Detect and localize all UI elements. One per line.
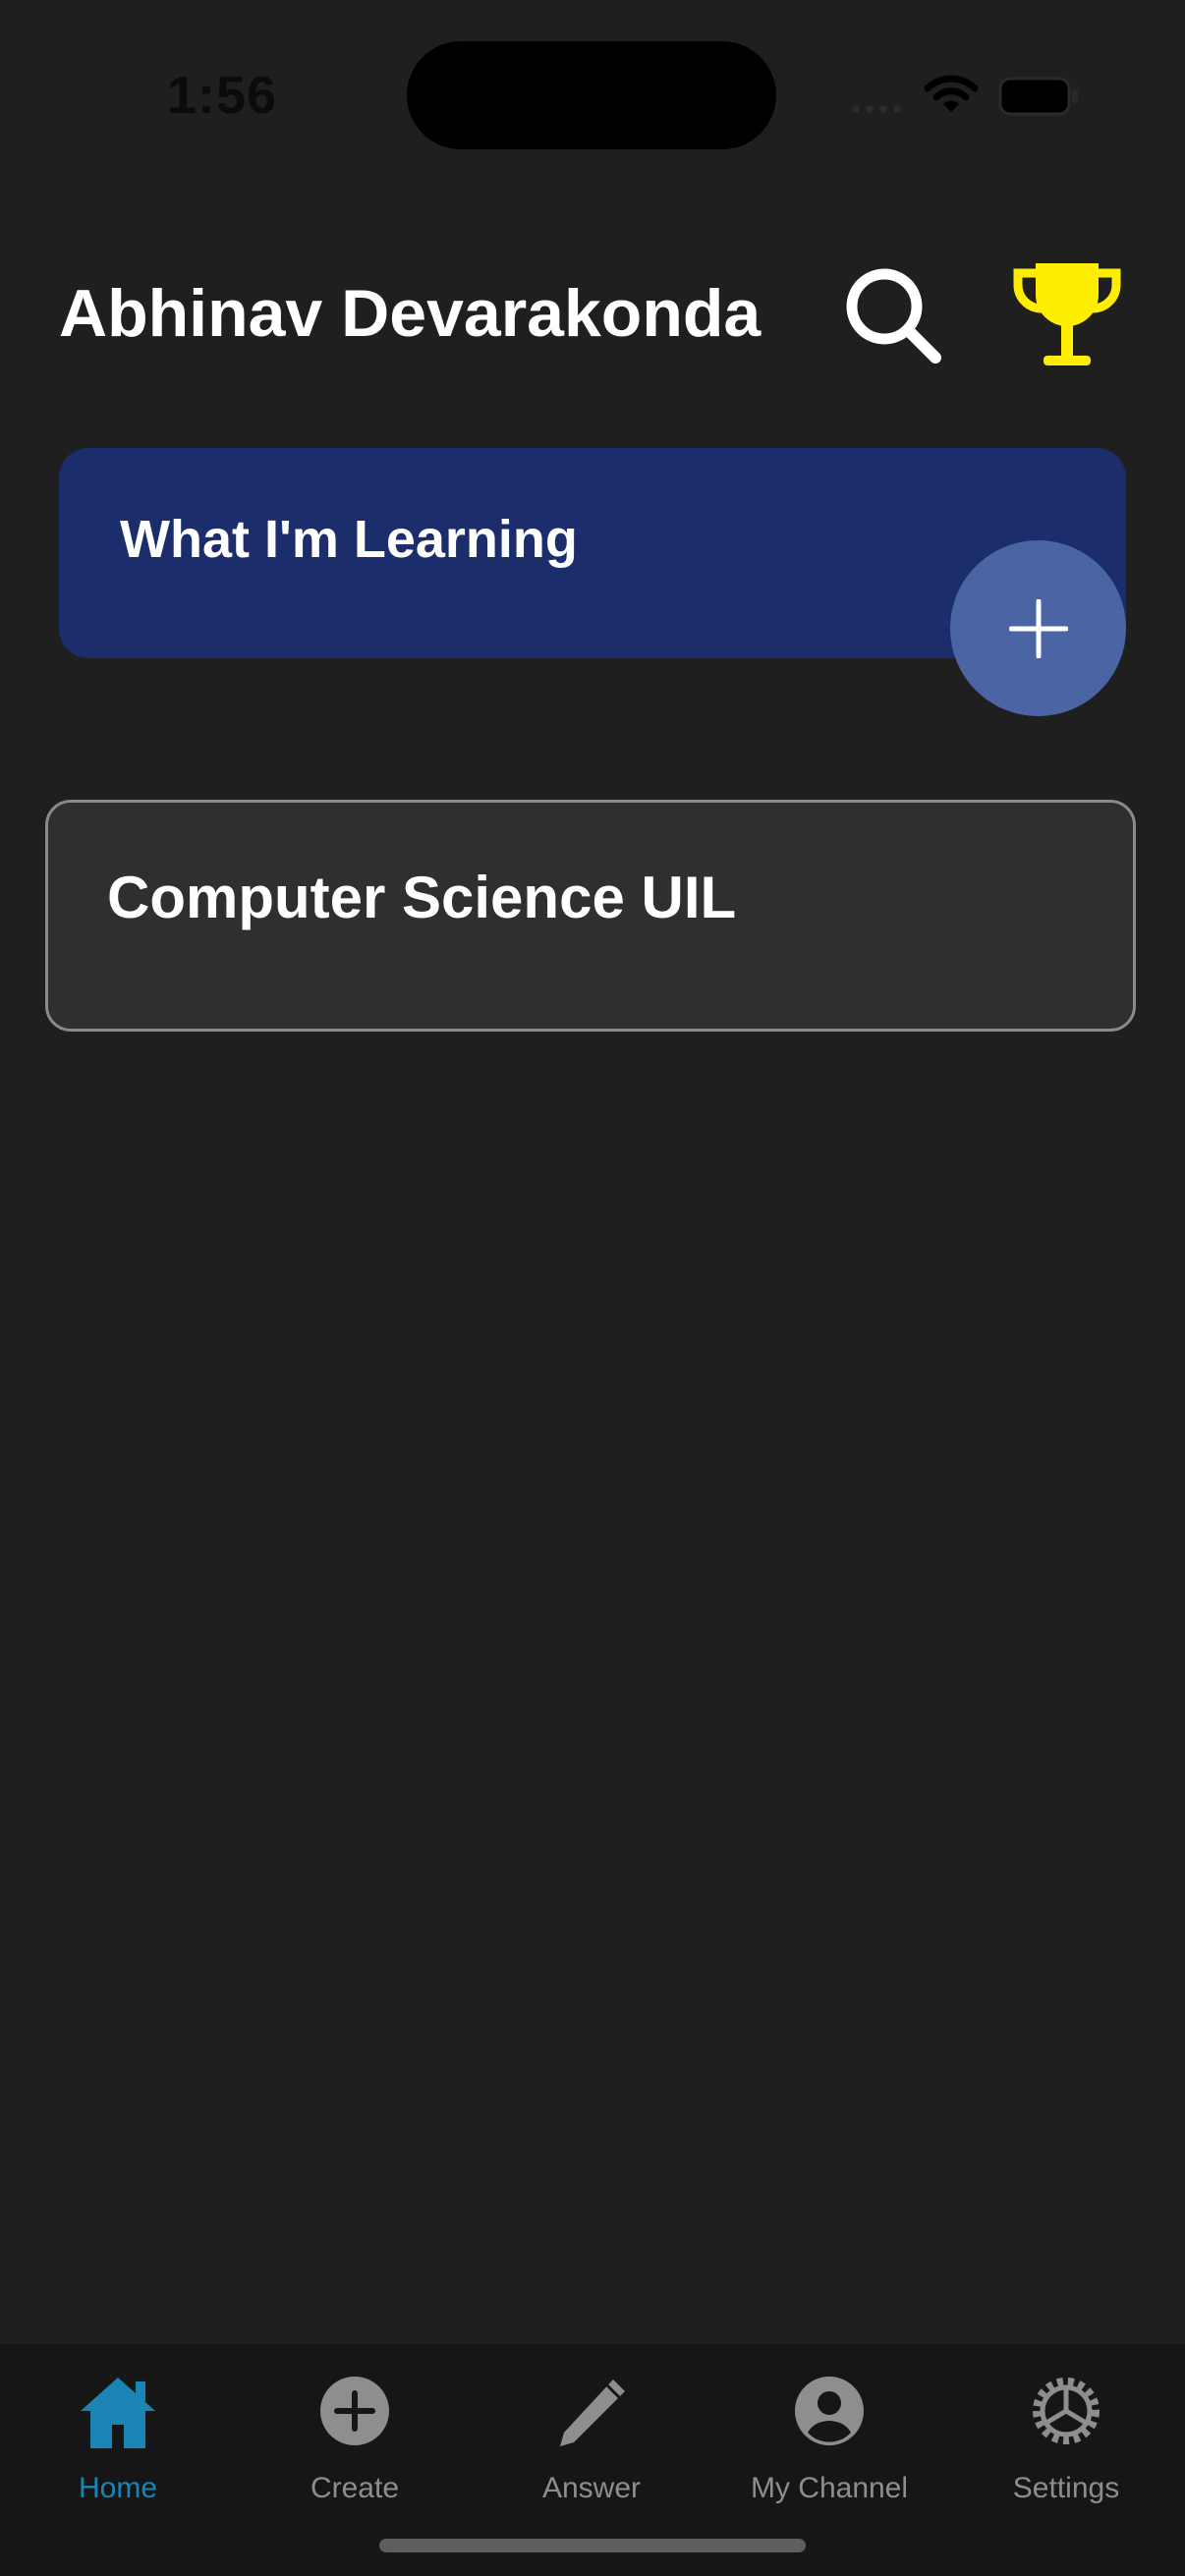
course-title: Computer Science UIL	[107, 865, 737, 930]
tab-home[interactable]: Home	[20, 2364, 216, 2511]
status-bar: 1:56	[0, 0, 1185, 187]
gear-icon	[1033, 2378, 1100, 2444]
home-indicator	[379, 2539, 806, 2552]
tab-label: Settings	[1012, 2472, 1120, 2504]
pencil-icon	[560, 2380, 625, 2446]
status-time: 1:56	[167, 66, 278, 125]
tab-my-channel[interactable]: My Channel	[731, 2364, 928, 2511]
page-title: Abhinav Devarakonda	[59, 276, 762, 351]
home-icon	[81, 2378, 155, 2448]
person-circle-icon	[795, 2377, 864, 2445]
tab-label: My Channel	[750, 2472, 909, 2504]
tab-create[interactable]: Create	[256, 2364, 453, 2511]
leaderboard-button[interactable]	[1010, 259, 1124, 373]
tab-label: Home	[78, 2472, 158, 2504]
tab-answer[interactable]: Answer	[493, 2364, 690, 2511]
tab-settings[interactable]: Settings	[968, 2364, 1164, 2511]
dynamic-island	[407, 41, 776, 149]
learning-section-title: What I'm Learning	[120, 510, 578, 569]
wifi-icon	[924, 75, 979, 112]
battery-icon	[998, 77, 1078, 116]
plus-circle-icon	[320, 2377, 389, 2445]
trophy-icon	[1013, 263, 1121, 365]
cellular-signal-icon	[852, 105, 901, 113]
tab-label: Create	[310, 2472, 400, 2504]
tab-label: Answer	[541, 2472, 642, 2504]
add-course-button[interactable]	[950, 540, 1126, 716]
search-icon	[846, 268, 941, 364]
plus-icon	[1008, 598, 1068, 658]
search-button[interactable]	[841, 263, 945, 367]
course-card[interactable]: Computer Science UIL	[45, 800, 1136, 1032]
